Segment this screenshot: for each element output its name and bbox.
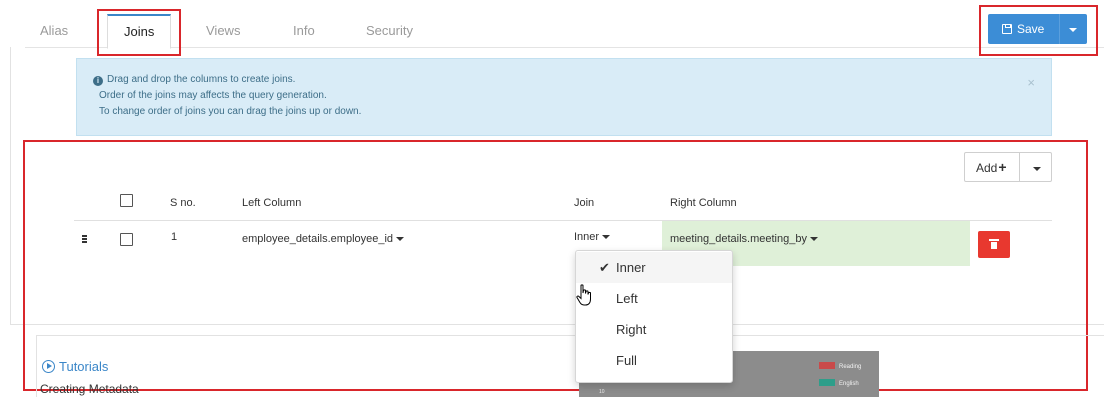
tab-views[interactable]: Views — [191, 14, 255, 48]
right-column-value: meeting_details.meeting_by — [670, 233, 807, 245]
save-options-toggle[interactable] — [1059, 14, 1087, 44]
close-icon[interactable]: × — [1027, 75, 1035, 91]
delete-join-button[interactable] — [978, 231, 1010, 258]
info-alert: i Drag and drop the columns to create joi… — [76, 58, 1052, 136]
alert-line-1: i Drag and drop the columns to create joi… — [93, 72, 1051, 88]
header-left-column: Left Column — [242, 197, 302, 209]
tab-security[interactable]: Security — [351, 14, 428, 48]
drag-handle-icon[interactable] — [82, 235, 88, 246]
tutorials-link[interactable]: Tutorials — [42, 359, 108, 374]
join-type-select[interactable]: Inner — [574, 231, 611, 243]
trash-icon — [989, 239, 999, 249]
tab-info[interactable]: Info — [278, 14, 330, 48]
legend-swatch-english — [819, 379, 835, 386]
header-right-column: Right Column — [670, 197, 737, 209]
thumbnail-tick: 10 — [599, 389, 605, 395]
legend-reading-label: Reading — [839, 364, 862, 370]
caret-down-icon — [602, 235, 611, 239]
alert-line-3: To change order of joins you can drag th… — [99, 106, 362, 117]
caret-down-icon — [809, 237, 818, 241]
menu-item-left[interactable]: Left — [576, 283, 732, 314]
menu-item-right[interactable]: Right — [576, 314, 732, 345]
hand-cursor-icon — [576, 284, 591, 306]
tutorial-item[interactable]: Creating Metadata — [40, 382, 139, 396]
save-label: Save — [1017, 22, 1045, 36]
legend-swatch-reading — [819, 362, 835, 369]
chevron-down-icon — [1033, 167, 1041, 171]
add-options-toggle[interactable] — [1019, 152, 1052, 182]
menu-item-label: Full — [616, 353, 637, 368]
menu-item-label: Right — [616, 322, 647, 337]
header-sno: S no. — [170, 197, 196, 209]
check-icon: ✔ — [599, 260, 610, 275]
row-checkbox[interactable] — [120, 233, 133, 246]
legend-english-label: English — [839, 381, 859, 387]
menu-item-inner[interactable]: ✔ Inner — [576, 252, 732, 283]
left-column-value: employee_details.employee_id — [242, 233, 394, 245]
play-circle-icon — [42, 360, 55, 373]
chevron-down-icon — [1069, 28, 1077, 32]
select-all-checkbox[interactable] — [120, 194, 133, 207]
left-column-select[interactable]: employee_details.employee_id — [242, 233, 405, 245]
tab-alias[interactable]: Alias — [25, 14, 83, 48]
plus-icon: + — [998, 159, 1007, 175]
tutorials-label: Tutorials — [59, 359, 109, 374]
alert-line-2: Order of the joins may affects the query… — [99, 90, 327, 101]
menu-item-label: Left — [616, 291, 638, 306]
join-type-value: Inner — [574, 231, 600, 243]
tutorials-panel — [36, 335, 1104, 397]
add-join-button[interactable]: Add+ — [964, 152, 1020, 182]
row-sno: 1 — [171, 231, 178, 243]
floppy-disk-icon — [1002, 24, 1012, 34]
save-button[interactable]: Save — [988, 14, 1059, 44]
right-column-select[interactable]: meeting_details.meeting_by — [670, 233, 818, 245]
join-type-menu: ✔ Inner Left Right Full — [575, 250, 733, 383]
legend-reading: Reading — [819, 362, 861, 370]
menu-item-label: Inner — [616, 260, 646, 275]
tab-bar: Alias Joins Views Info Security — [25, 14, 1104, 49]
alert-text-1: Drag and drop the columns to create join… — [107, 74, 296, 85]
caret-down-icon — [396, 237, 405, 241]
menu-item-full[interactable]: Full — [576, 345, 732, 376]
legend-english: English — [819, 379, 859, 387]
header-join: Join — [574, 197, 595, 209]
tab-joins[interactable]: Joins — [107, 14, 172, 49]
info-icon: i — [93, 76, 103, 86]
add-label: Add — [976, 161, 998, 175]
